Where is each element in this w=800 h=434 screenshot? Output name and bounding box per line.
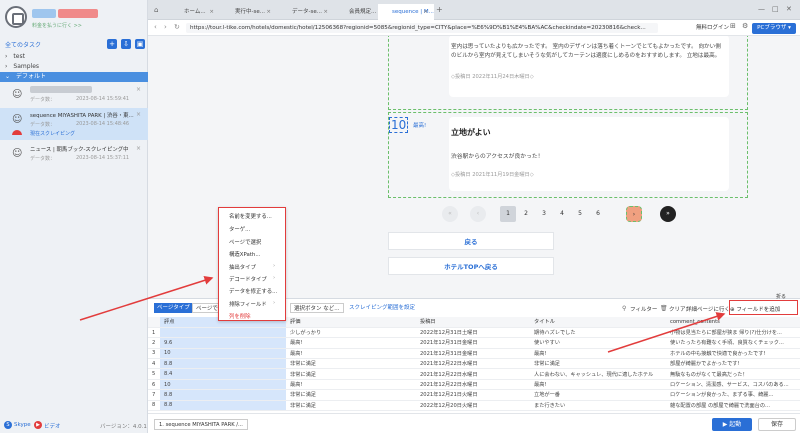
annotation-arrows — [79, 275, 726, 353]
arrow-to-add-field — [607, 312, 726, 353]
arrow-to-menu — [79, 275, 214, 321]
